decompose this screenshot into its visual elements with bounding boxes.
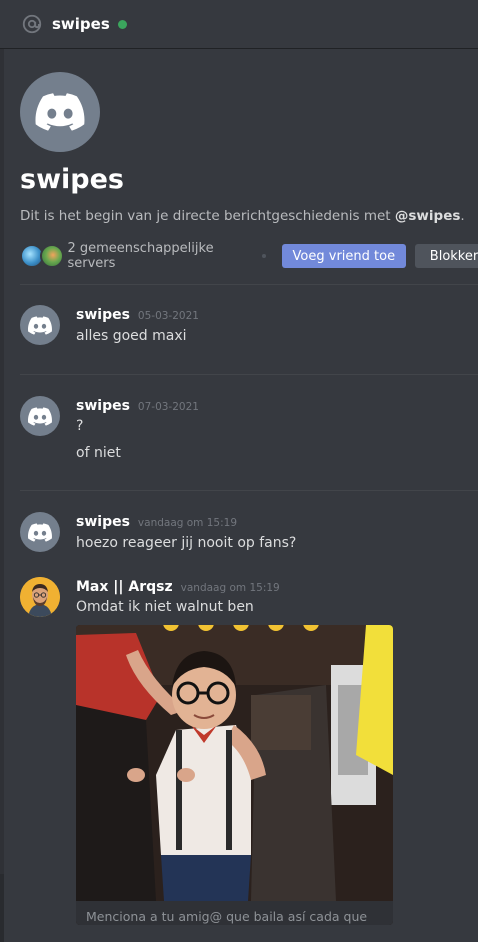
gif-embed[interactable]: Menciona a tu amig@ que baila así cada q… — [76, 625, 393, 925]
block-button[interactable]: Blokkeren — [414, 244, 478, 268]
message-content: of niet — [76, 445, 121, 461]
message-header: Max || Arqsz vandaag om 15:19 — [76, 579, 280, 595]
message-author[interactable]: swipes — [76, 514, 130, 530]
intro-description: Dit is het begin van je directe berichtg… — [20, 208, 465, 224]
divider — [20, 374, 478, 375]
mutual-servers-link[interactable]: 2 gemeenschappelijke servers — [67, 241, 246, 271]
online-status-indicator — [117, 19, 127, 29]
gif-caption: Menciona a tu amig@ que baila así cada q… — [76, 901, 393, 925]
server-icon[interactable] — [40, 244, 64, 268]
gif-image — [76, 625, 393, 925]
message-content: alles goed maxi — [76, 328, 187, 344]
mutual-servers-row: 2 gemeenschappelijke servers Voeg vriend… — [20, 241, 478, 271]
intro-avatar[interactable] — [20, 72, 100, 152]
intro-username: swipes — [20, 164, 124, 195]
channel-header: swipes — [0, 0, 478, 49]
at-sign-icon — [20, 12, 44, 36]
message-author[interactable]: swipes — [76, 307, 130, 323]
message-author[interactable]: Max || Arqsz — [76, 579, 173, 595]
add-friend-button[interactable]: Voeg vriend toe — [281, 244, 406, 268]
divider — [20, 284, 478, 285]
separator-dot — [262, 254, 266, 258]
avatar[interactable] — [20, 396, 60, 436]
message-content: hoezo reageer jij nooit op fans? — [76, 535, 297, 551]
intro-mention[interactable]: @swipes — [395, 208, 461, 224]
intro-text-prefix: Dit is het begin van je directe berichtg… — [20, 208, 395, 224]
sidebar-edge — [0, 0, 4, 942]
message-author[interactable]: swipes — [76, 398, 130, 414]
divider — [20, 490, 478, 491]
message-content: ? — [76, 418, 84, 434]
user-panel-edge — [0, 874, 4, 942]
message-timestamp: 05-03-2021 — [137, 310, 199, 322]
avatar[interactable] — [20, 577, 60, 617]
dm-window: swipes swipes Dit is het begin van je di… — [0, 0, 478, 942]
message-timestamp: vandaag om 15:19 — [137, 517, 238, 529]
message-content: Omdat ik niet walnut ben — [76, 599, 254, 615]
message-header: swipes 05-03-2021 — [76, 307, 199, 323]
message-header: swipes vandaag om 15:19 — [76, 514, 237, 530]
avatar[interactable] — [20, 512, 60, 552]
message-timestamp: 07-03-2021 — [137, 401, 199, 413]
avatar[interactable] — [20, 305, 60, 345]
intro-text-suffix: . — [460, 208, 465, 224]
message-timestamp: vandaag om 15:19 — [180, 582, 280, 594]
message-header: swipes 07-03-2021 — [76, 398, 199, 414]
mutual-server-icons[interactable] — [20, 243, 64, 269]
dm-recipient-name[interactable]: swipes — [52, 15, 110, 33]
